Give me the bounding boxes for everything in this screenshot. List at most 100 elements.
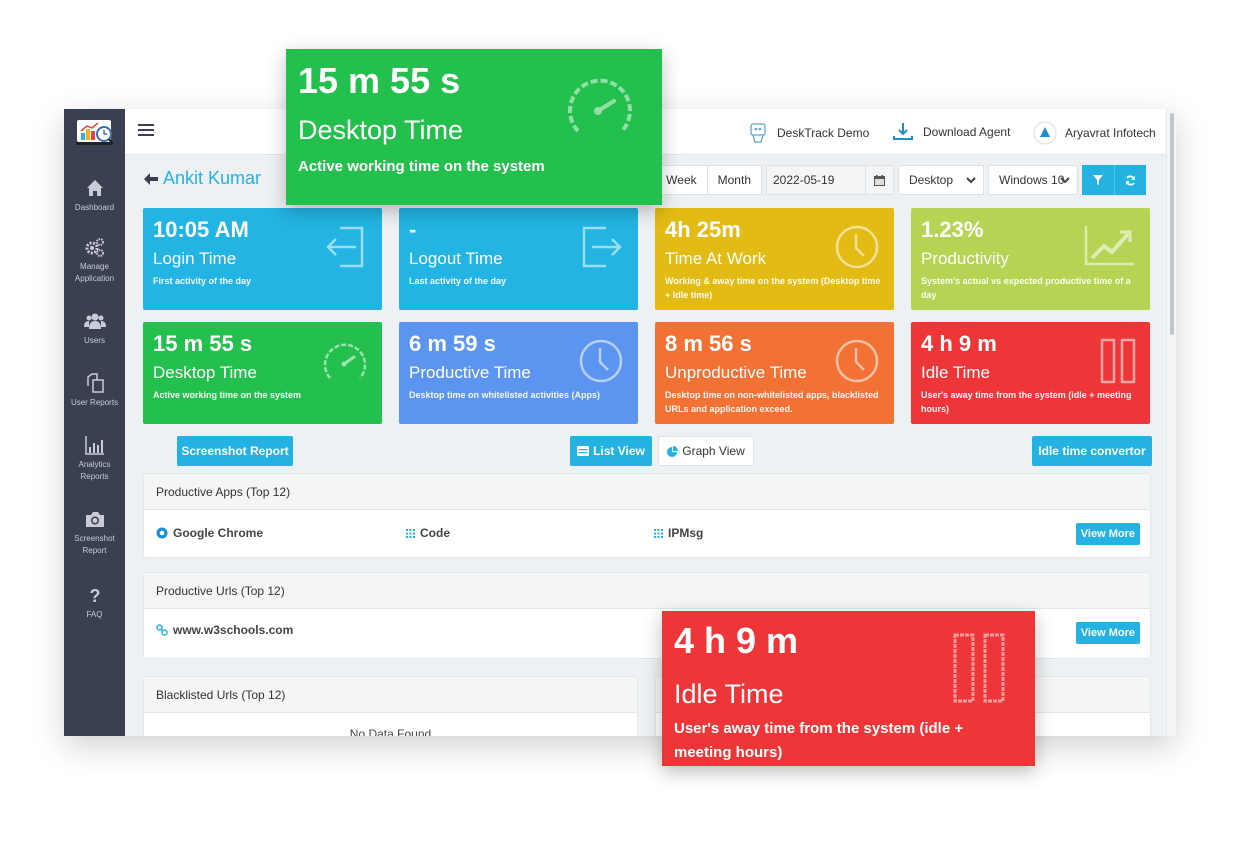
list-icon bbox=[577, 446, 590, 456]
company-label: Aryavrat Infotech bbox=[1065, 126, 1156, 140]
app-name: IPMsg bbox=[668, 526, 704, 540]
screenshot-report-button[interactable]: Screenshot Report bbox=[177, 436, 293, 466]
panel-title: Blacklisted Urls (Top 12) bbox=[144, 677, 637, 713]
bar-chart-icon bbox=[84, 436, 104, 455]
pause-icon bbox=[953, 633, 1005, 703]
sidebar-item-dashboard[interactable]: Dashboard bbox=[64, 177, 125, 214]
sidebar-item-faq[interactable]: ? FAQ bbox=[64, 584, 125, 621]
stat-card-productive-time[interactable]: 6 m 59 s Productive Time Desktop time on w… bbox=[399, 322, 638, 424]
filter-icon bbox=[1093, 175, 1103, 185]
filter-button[interactable] bbox=[1082, 165, 1114, 195]
sidebar-item-label: FAQ bbox=[86, 610, 103, 619]
callout-desc: Active working time on the system bbox=[298, 158, 545, 175]
camera-icon bbox=[85, 512, 104, 527]
scrollbar-thumb[interactable] bbox=[1170, 113, 1174, 335]
hamburger-menu-button[interactable] bbox=[138, 124, 154, 138]
chevron-down-icon bbox=[1060, 177, 1070, 184]
grid-icon bbox=[406, 528, 415, 538]
sidebar-item-manage-application[interactable]: Manage Application bbox=[64, 236, 125, 285]
stat-description: Working & away time on the system (Deskt… bbox=[665, 276, 881, 300]
stat-card-desktop-time[interactable]: 15 m 55 s Desktop Time Active working time… bbox=[143, 322, 382, 424]
calendar-button[interactable] bbox=[866, 165, 894, 195]
users-icon bbox=[83, 313, 106, 329]
week-button[interactable]: Week bbox=[655, 165, 708, 195]
idle-time-convertor-button[interactable]: Idle time convertor bbox=[1032, 436, 1152, 466]
clock-icon bbox=[834, 338, 880, 389]
sidebar-item-users[interactable]: Users bbox=[64, 310, 125, 347]
list-view-button[interactable]: List View bbox=[570, 436, 652, 466]
svg-text:?: ? bbox=[89, 586, 100, 606]
view-more-button[interactable]: View More bbox=[1075, 622, 1140, 644]
app-item[interactable]: IPMsg bbox=[654, 526, 703, 540]
stat-description: User's away time from the system (idle +… bbox=[921, 390, 1132, 414]
device-select-value: Desktop bbox=[909, 173, 954, 187]
sidebar-item-label: Analytics Reports bbox=[78, 460, 111, 481]
stat-description: First activity of the day bbox=[153, 276, 252, 286]
stat-description: Active working time on the system bbox=[153, 390, 302, 400]
chrome-icon bbox=[156, 527, 168, 539]
sidebar-item-label: Dashboard bbox=[74, 203, 115, 212]
graph-view-button[interactable]: Graph View bbox=[658, 436, 754, 466]
arrow-left-icon bbox=[144, 172, 158, 185]
stat-card-login-time[interactable]: 10:05 AM Login Time First activity of the … bbox=[143, 208, 382, 310]
device-select[interactable]: Desktop bbox=[898, 165, 984, 195]
page-title: Ankit Kumar bbox=[163, 168, 262, 188]
stat-card-productivity[interactable]: 1.23% Productivity System's actual vs expe… bbox=[911, 208, 1150, 310]
company-logo-icon bbox=[1033, 121, 1057, 145]
home-icon bbox=[86, 180, 103, 196]
trend-chart-icon bbox=[1084, 224, 1136, 271]
stat-card-time-at-work[interactable]: 4h 25m Time At Work Working & away time on… bbox=[655, 208, 894, 310]
sidebar-item-label: Users bbox=[84, 336, 105, 345]
sidebar-item-label: Manage Application bbox=[74, 262, 115, 283]
clock-icon bbox=[834, 224, 880, 275]
view-more-button[interactable]: View More bbox=[1075, 523, 1140, 545]
gears-icon bbox=[85, 238, 104, 257]
clock-icon bbox=[578, 338, 624, 389]
blacklisted-urls-panel: Blacklisted Urls (Top 12) No Data Found bbox=[143, 676, 638, 736]
sidebar-item-user-reports[interactable]: User Reports bbox=[64, 372, 125, 409]
stat-card-unproductive-time[interactable]: 8 m 56 s Unproductive Time Desktop time on… bbox=[655, 322, 894, 424]
link-icon bbox=[156, 624, 168, 636]
empty-state: No Data Found bbox=[349, 727, 432, 736]
demo-icon bbox=[750, 123, 766, 143]
download-agent-link[interactable]: Download Agent bbox=[891, 121, 1010, 143]
download-agent-label: Download Agent bbox=[923, 125, 1011, 139]
app-logo-icon[interactable] bbox=[76, 119, 114, 149]
back-to-users-link[interactable]: Ankit Kumar bbox=[143, 168, 261, 189]
stat-description: System's actual vs expected productive t… bbox=[921, 276, 1131, 300]
os-select[interactable]: Windows 10 bbox=[988, 165, 1078, 195]
scrollbar[interactable] bbox=[1166, 109, 1176, 736]
desktrack-demo-label: DeskTrack Demo bbox=[777, 126, 870, 140]
productive-apps-panel: Productive Apps (Top 12) Google Chrome C… bbox=[143, 473, 1151, 558]
graph-view-label: Graph View bbox=[682, 444, 745, 458]
app-item[interactable]: Google Chrome bbox=[156, 526, 263, 540]
company-menu[interactable]: Aryavrat Infotech bbox=[1033, 121, 1156, 145]
sidebar: Dashboard Manage Application Users User … bbox=[64, 109, 125, 736]
sidebar-item-analytics-reports[interactable]: Analytics Reports bbox=[64, 434, 125, 483]
copy-icon bbox=[86, 373, 104, 393]
app-item[interactable]: Code bbox=[406, 526, 450, 540]
date-input[interactable]: 2022-05-19 bbox=[766, 165, 866, 195]
grid-icon bbox=[654, 528, 663, 538]
app-name: Google Chrome bbox=[173, 526, 264, 540]
os-select-value: Windows 10 bbox=[999, 173, 1065, 187]
chevron-down-icon bbox=[966, 177, 976, 184]
sidebar-item-label: User Reports bbox=[70, 398, 119, 407]
speedometer-icon bbox=[322, 338, 368, 387]
pie-chart-icon bbox=[667, 445, 679, 457]
stat-description: Last activity of the day bbox=[409, 276, 507, 286]
sidebar-item-screenshot-report[interactable]: Screenshot Report bbox=[64, 508, 125, 557]
month-button[interactable]: Month bbox=[707, 165, 762, 195]
pause-icon bbox=[1100, 338, 1136, 389]
panel-title: Productive Urls (Top 12) bbox=[144, 573, 1150, 609]
refresh-button[interactable] bbox=[1114, 165, 1146, 195]
url-item[interactable]: www.w3schools.com bbox=[156, 623, 293, 637]
stat-card-idle-time[interactable]: 4 h 9 m Idle Time User's away time from th… bbox=[911, 322, 1150, 424]
stat-card-logout-time[interactable]: - Logout Time Last activity of the day bbox=[399, 208, 638, 310]
app-name: Code bbox=[420, 526, 450, 540]
logout-icon bbox=[578, 224, 624, 275]
url-name: www.w3schools.com bbox=[173, 623, 294, 637]
stat-description: Desktop time on whitelisted activities (… bbox=[409, 390, 601, 400]
stat-description: Desktop time on non-whitelisted apps, bl… bbox=[665, 390, 879, 414]
desktrack-demo-link[interactable]: DeskTrack Demo bbox=[747, 121, 869, 145]
